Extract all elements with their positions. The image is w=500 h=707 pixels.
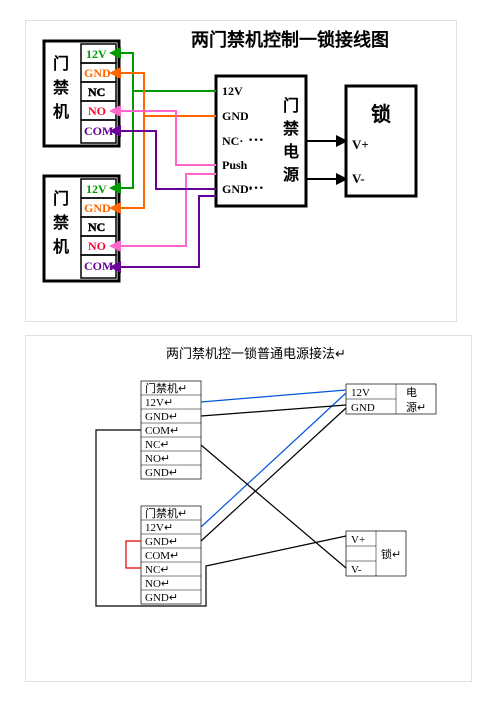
reader-b-no: NO↵	[145, 578, 170, 590]
reader-2-label-3: 机	[53, 237, 69, 256]
reader-1-pin-no: NO	[88, 104, 106, 118]
reader-a: 门禁机↵ 12V↵ GND↵ COM↵ NC↵ NO↵ GND↵	[141, 381, 201, 479]
lock2-label: 锁↵	[381, 547, 401, 561]
reader-b-nc: NC↵	[145, 564, 170, 576]
reader-2-pin-com: COM	[84, 259, 113, 273]
reader-b-12v: 12V↵	[145, 522, 173, 534]
reader-1-pin-com: COM	[84, 124, 113, 138]
lock-1-label: 锁	[371, 102, 391, 126]
psu-dots-bot: ···	[248, 180, 264, 197]
psu-dots-top: ···	[248, 132, 264, 149]
lock-1-vminus: V-	[352, 171, 365, 186]
lock-2: V+ V- 锁↵	[346, 531, 406, 576]
reader-a-com: COM↵	[145, 425, 179, 437]
reader-1-label-3: 机	[53, 102, 69, 121]
reader-2: 门 禁 机 12V GND NC NO COM	[44, 176, 119, 281]
reader-a-nc: NC↵	[145, 439, 170, 451]
wiring-diagram-1: 两门禁机控制一锁接线图 门 禁 机 12V GND NC NO COM 门 禁 …	[26, 21, 456, 321]
reader-b-label: 门禁机↵	[145, 506, 187, 520]
psu2-12v: 12V	[351, 387, 370, 399]
reader-1: 门 禁 机 12V GND NC NO COM	[44, 41, 119, 146]
psu-1: 门 禁 电 源 12V GND NC· Push GND· ··· ···	[216, 76, 306, 206]
title-1: 两门禁机控制一锁接线图	[191, 29, 389, 50]
reader-2-pin-gnd: GND	[84, 201, 111, 215]
reader-2-pin-no: NO	[88, 239, 106, 253]
reader-1-label-1: 门	[53, 54, 69, 73]
lock2-vminus: V-	[351, 564, 362, 576]
reader-a-12v: 12V↵	[145, 397, 173, 409]
psu-1-label-1: 门	[283, 96, 299, 115]
reader-1-pin-nc: NC	[88, 85, 105, 99]
psu-pin-12v: 12V	[222, 84, 243, 98]
wires-2	[96, 390, 346, 606]
psu-1-label-4: 源	[283, 165, 299, 184]
psu-2: 12V GND 电 源↵	[346, 384, 436, 414]
lock2-vplus: V+	[351, 534, 365, 546]
reader-2-pin-12v: 12V	[86, 182, 107, 196]
reader-a-gnd: GND↵	[145, 411, 178, 423]
reader-a-label: 门禁机↵	[145, 381, 187, 395]
lock-1: 锁 V+ V-	[346, 86, 416, 196]
reader-b-gnd: GND↵	[145, 536, 178, 548]
reader-1-label-2: 禁	[53, 79, 69, 97]
reader-2-pin-nc: NC	[88, 220, 105, 234]
psu-1-label-2: 禁	[283, 120, 299, 138]
psu2-label-2: 源↵	[406, 400, 426, 414]
diagram-top: 两门禁机控制一锁接线图 门 禁 机 12V GND NC NO COM 门 禁 …	[25, 20, 457, 322]
reader-1-pin-gnd: GND	[84, 66, 111, 80]
reader-b-gnd2: GND↵	[145, 592, 178, 604]
lock-1-vplus: V+	[352, 137, 369, 152]
psu-pin-nc: NC·	[222, 134, 243, 148]
psu-1-label-3: 电	[283, 142, 299, 161]
psu-pin-gnd: GND	[222, 109, 249, 123]
reader-b-com: COM↵	[145, 550, 179, 562]
diagram-bottom: 两门禁机控一锁普通电源接法↵ 门禁机↵ 12V↵ GND↵ COM↵ NC↵ N…	[25, 335, 472, 682]
reader-2-label-1: 门	[53, 189, 69, 208]
reader-a-gnd2: GND↵	[145, 467, 178, 479]
reader-b: 门禁机↵ 12V↵ GND↵ COM↵ NC↵ NO↵ GND↵	[141, 506, 201, 604]
psu2-label-1: 电	[406, 386, 417, 399]
reader-a-no: NO↵	[145, 453, 170, 465]
reader-2-label-2: 禁	[53, 214, 69, 232]
psu2-gnd: GND	[351, 402, 375, 414]
reader-1-pin-12v: 12V	[86, 47, 107, 61]
title-2: 两门禁机控一锁普通电源接法↵	[166, 346, 346, 361]
psu-pin-push: Push	[222, 158, 248, 172]
wiring-diagram-2: 两门禁机控一锁普通电源接法↵ 门禁机↵ 12V↵ GND↵ COM↵ NC↵ N…	[26, 336, 471, 681]
